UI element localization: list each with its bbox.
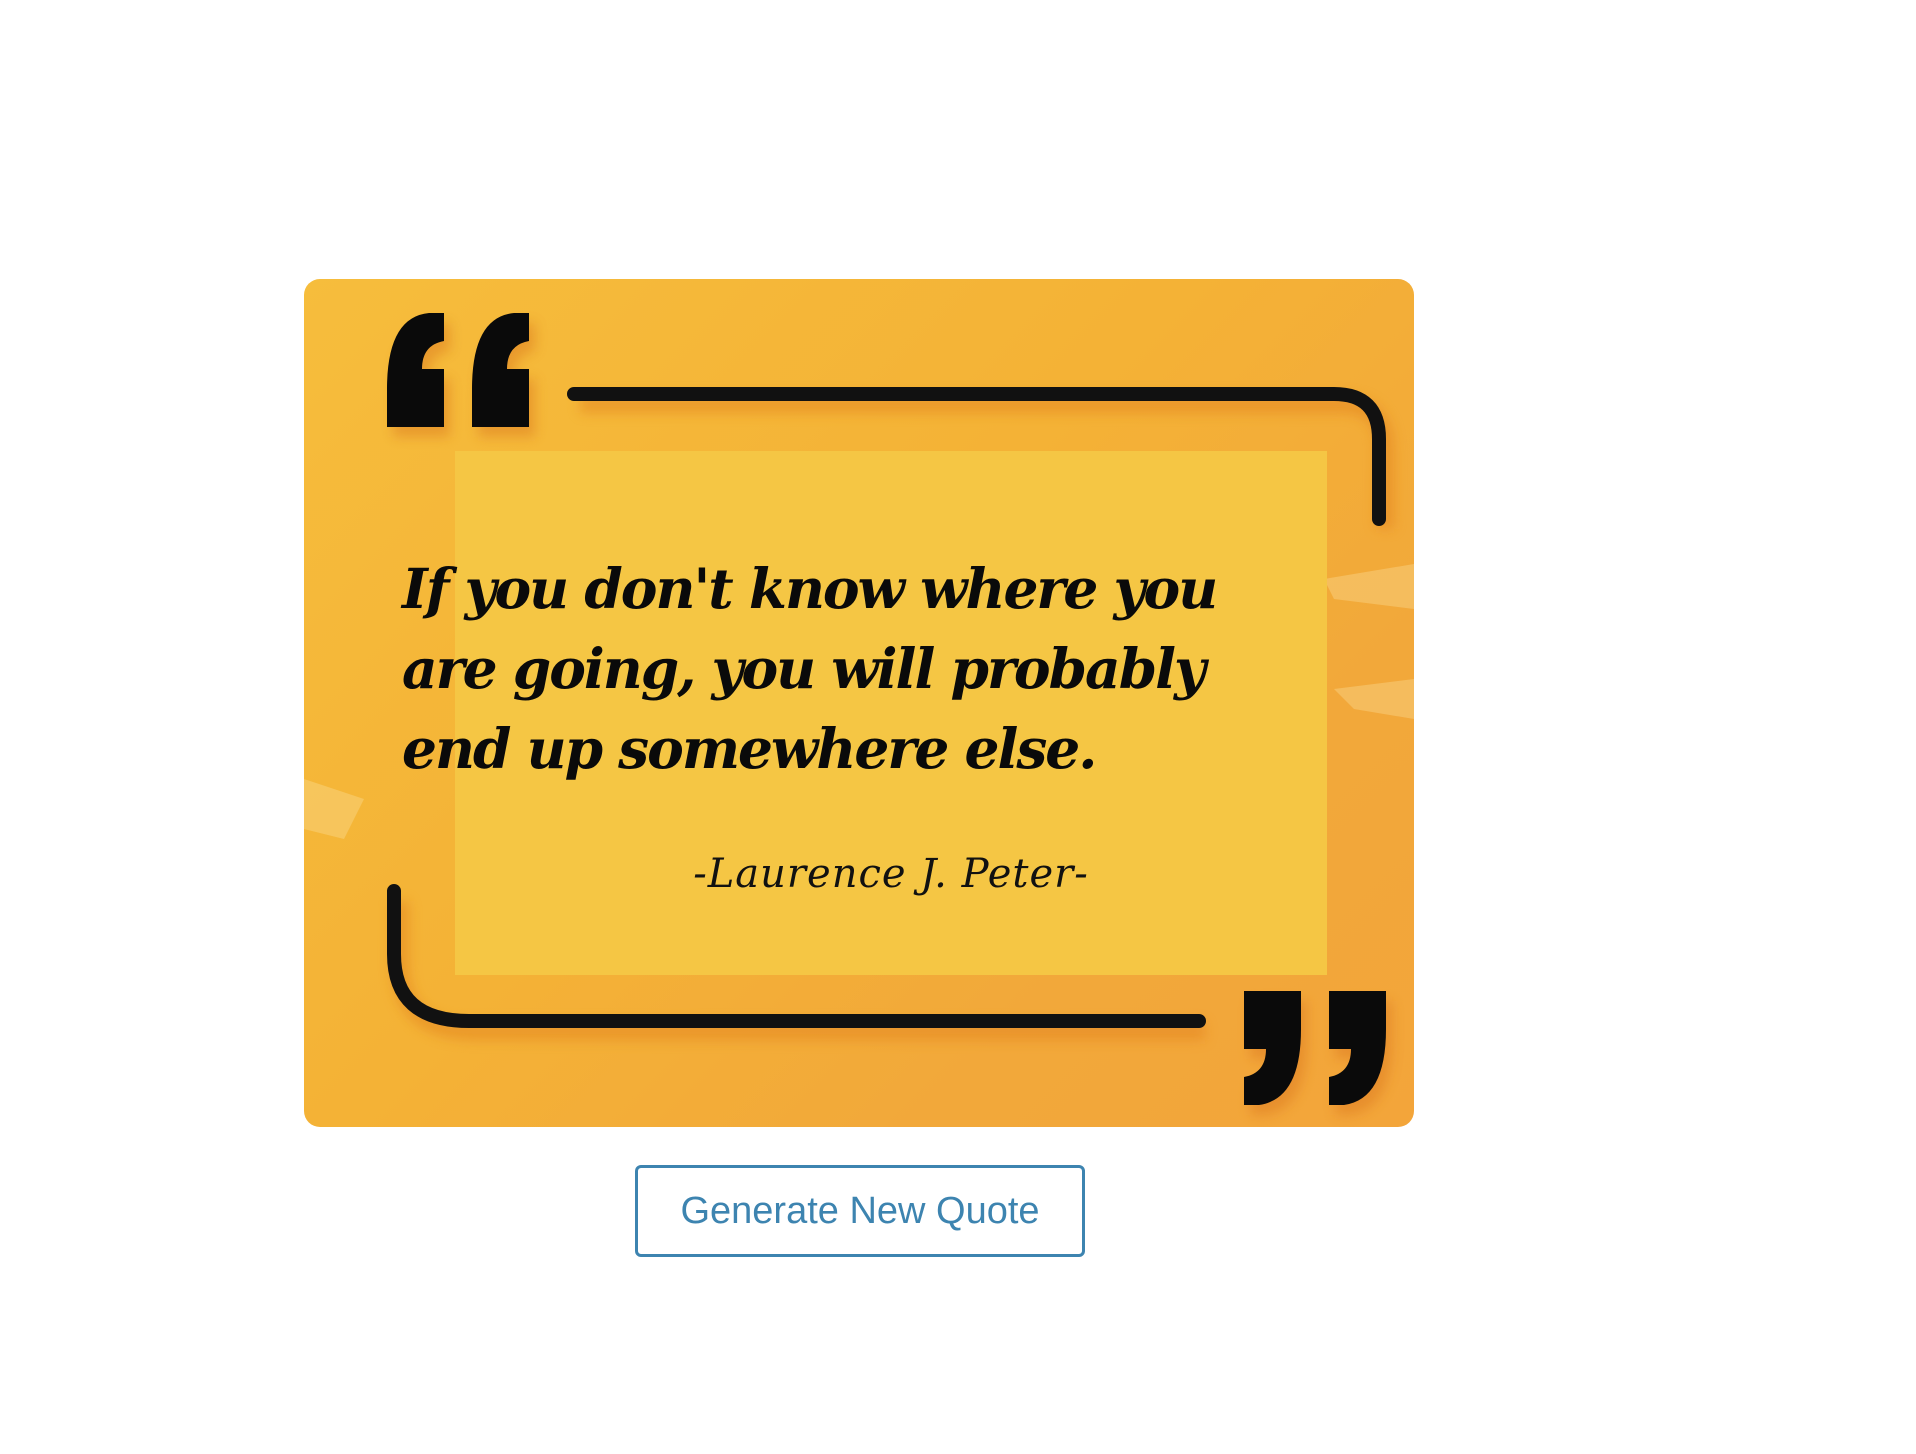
generate-new-quote-button[interactable]: Generate New Quote xyxy=(635,1165,1085,1257)
quote-text: If you don't know where you are going, y… xyxy=(402,556,1218,781)
open-quote-icon xyxy=(387,313,535,437)
top-frame-line xyxy=(567,387,1386,526)
quote-card: If you don't know where you are going, y… xyxy=(304,279,1414,1127)
close-quote-icon xyxy=(1244,991,1392,1115)
quote-author: -Laurence J. Peter- xyxy=(693,851,1089,897)
bottom-frame-line xyxy=(387,884,1206,1028)
